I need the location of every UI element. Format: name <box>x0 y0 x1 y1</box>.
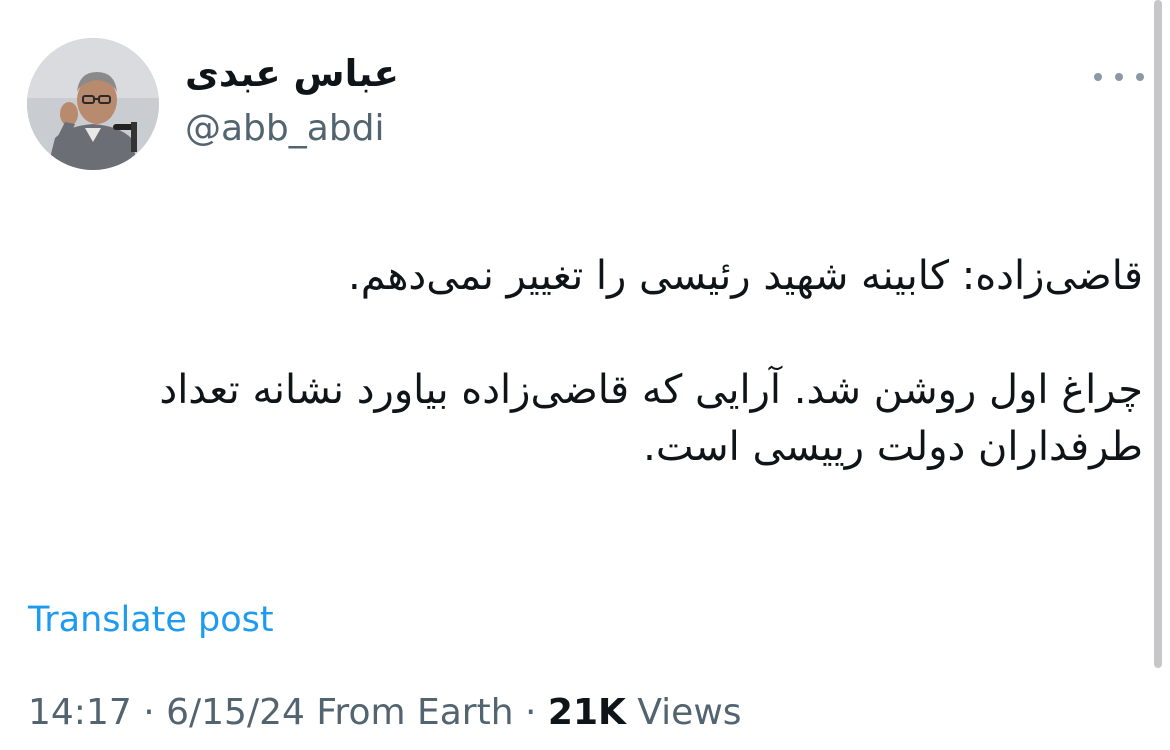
translate-post-link[interactable]: Translate post <box>28 600 274 640</box>
post-paragraph: قاضی‌زاده: کابینه شهید رئیسی را تغییر نم… <box>348 253 1143 299</box>
views-label[interactable]: Views <box>637 692 741 733</box>
post-time[interactable]: 14:17 <box>28 692 132 733</box>
more-horizontal-icon-dot <box>1136 73 1144 81</box>
scrollbar[interactable] <box>1154 0 1162 668</box>
author-handle[interactable]: @abb_abdi <box>185 108 385 149</box>
post-paragraph: چراغ اول روشن شد. آرایی که قاضی‌زاده بیا… <box>159 367 1143 470</box>
meta-separator: · <box>524 692 537 733</box>
more-horizontal-icon <box>1094 73 1102 81</box>
more-horizontal-icon-dot <box>1115 73 1123 81</box>
post-metadata: 14:17 · 6/15/24 From Earth · 21K Views <box>28 692 742 733</box>
post-location: From Earth <box>316 692 514 733</box>
views-count[interactable]: 21K <box>548 692 626 733</box>
avatar[interactable] <box>27 38 159 170</box>
post-card: عباس عبدی @abb_abdi قاضی‌زاده: کابینه شه… <box>0 0 1170 750</box>
author-display-name[interactable]: عباس عبدی <box>185 52 399 95</box>
more-options-button[interactable] <box>1094 64 1144 90</box>
meta-separator: · <box>143 692 155 733</box>
post-date[interactable]: 6/15/24 <box>166 692 305 733</box>
post-text: قاضی‌زاده: کابینه شهید رئیسی را تغییر نم… <box>28 248 1143 476</box>
avatar-photo <box>27 38 159 170</box>
